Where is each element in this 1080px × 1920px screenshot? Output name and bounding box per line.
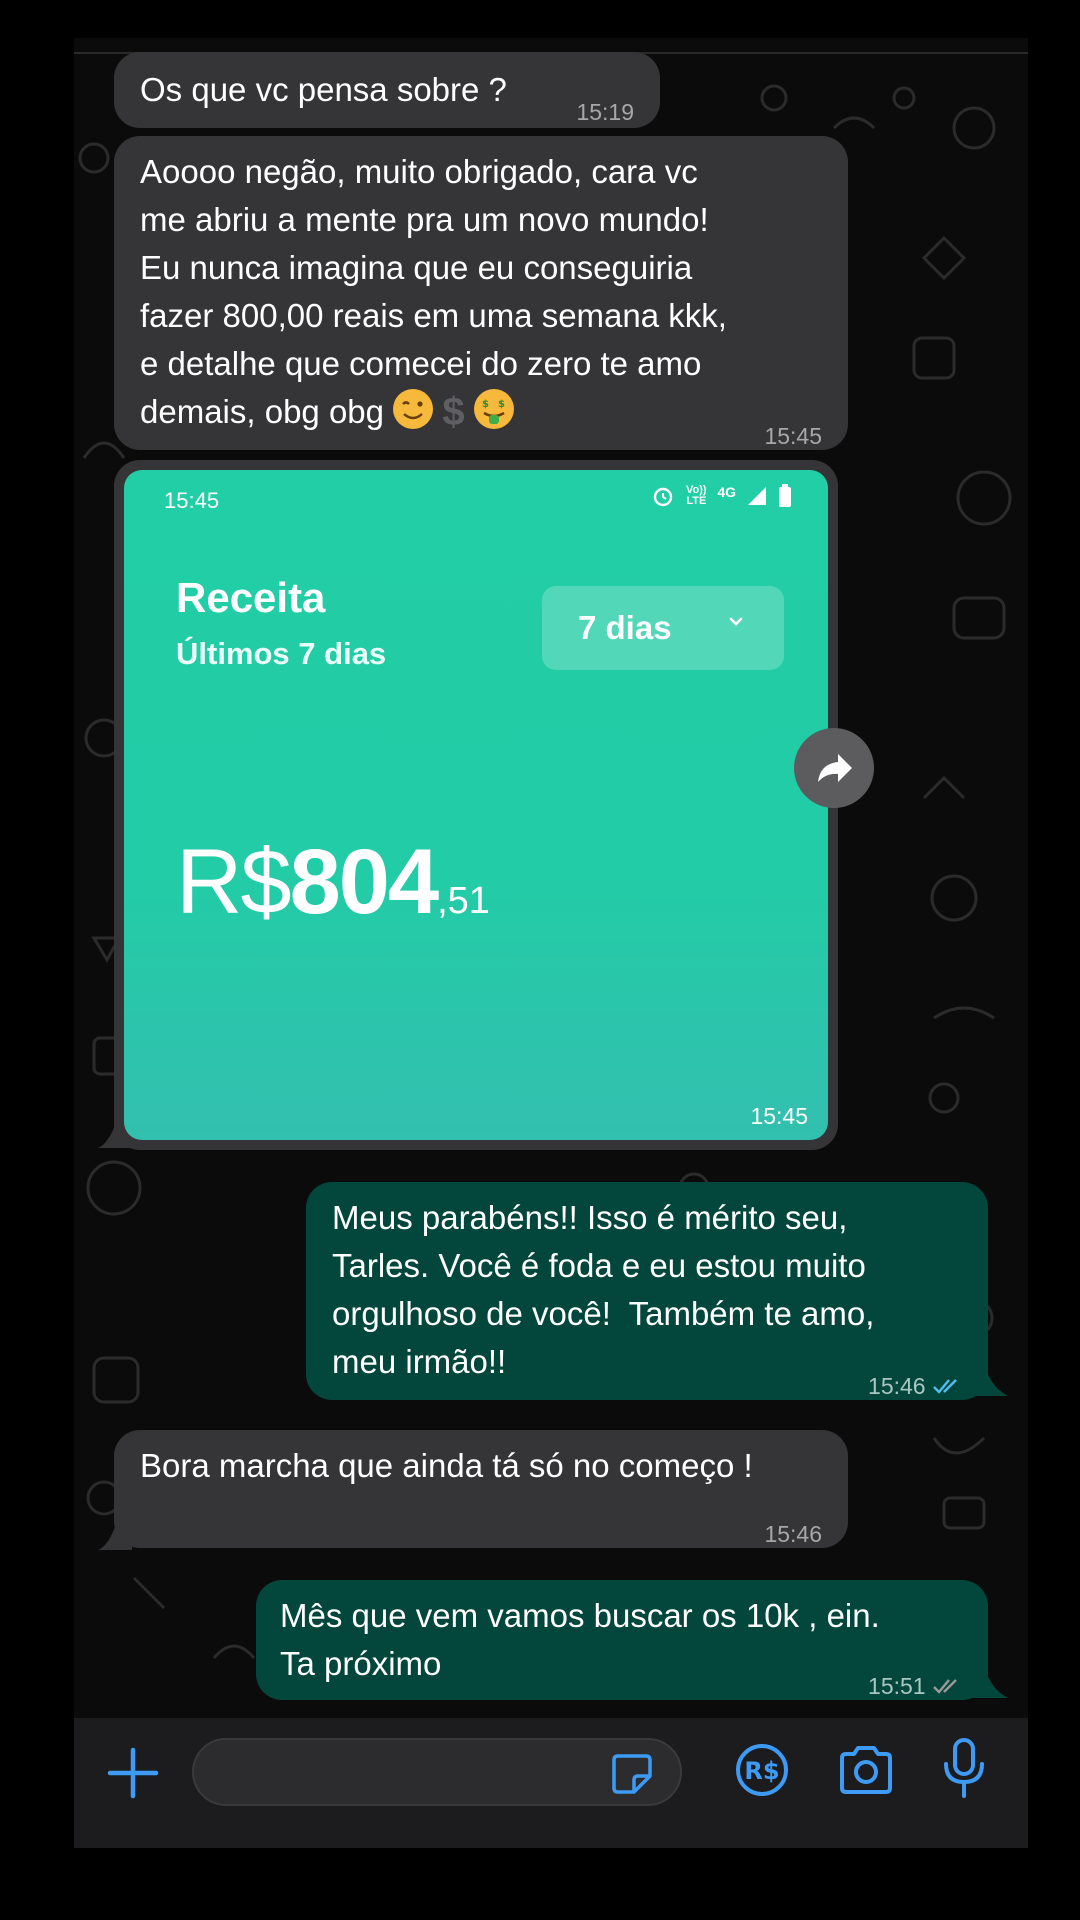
forward-arrow-icon bbox=[818, 754, 852, 782]
message-time: 15:46 bbox=[764, 1521, 822, 1547]
message-time-text: 15:51 bbox=[868, 1673, 926, 1699]
amount-integer: 804 bbox=[289, 831, 439, 933]
message-text: Os que vc pensa sobre ? bbox=[140, 71, 507, 108]
message-text: Bora marcha que ainda tá só no começo ! bbox=[140, 1447, 753, 1484]
signal-icon bbox=[748, 487, 766, 505]
winking-face-emoji bbox=[393, 389, 434, 429]
sent-message[interactable]: Mês que vem vamos buscar os 10k , ein. T… bbox=[256, 1580, 988, 1700]
svg-text:$: $ bbox=[498, 399, 505, 410]
image-message[interactable]: 15:45 Vo)) LTE 4G Receita Últimos 7 dias… bbox=[114, 460, 838, 1150]
message-time-text: 15:46 bbox=[868, 1373, 926, 1399]
plus-icon[interactable] bbox=[106, 1746, 160, 1800]
message-text: Meus parabéns!! Isso é mérito seu, Tarle… bbox=[332, 1199, 875, 1380]
message-text: Aoooo negão, muito obrigado, cara vc me … bbox=[140, 153, 727, 430]
amount-cents: ,51 bbox=[437, 880, 490, 922]
screenshot-status-time: 15:45 bbox=[164, 488, 220, 513]
revenue-title: Receita bbox=[176, 574, 326, 621]
period-dropdown[interactable]: 7 dias bbox=[542, 586, 784, 670]
received-message[interactable]: Bora marcha que ainda tá só no começo ! … bbox=[114, 1430, 848, 1548]
network-label: 4G bbox=[717, 484, 736, 500]
revenue-subtitle: Últimos 7 dias bbox=[176, 636, 387, 671]
alarm-icon bbox=[654, 487, 673, 507]
svg-text:$: $ bbox=[482, 399, 489, 410]
sticker-icon[interactable] bbox=[610, 1752, 654, 1796]
heavy-dollar-sign-emoji: $ bbox=[442, 390, 465, 434]
message-input-bar: R$ bbox=[74, 1718, 1028, 1848]
message-body: Aoooo negão, muito obrigado, cara vc me … bbox=[140, 148, 727, 436]
sent-message[interactable]: Meus parabéns!! Isso é mérito seu, Tarle… bbox=[306, 1182, 988, 1400]
chevron-down-icon bbox=[729, 617, 743, 626]
pix-payment-icon[interactable]: R$ bbox=[734, 1742, 790, 1798]
received-message[interactable]: Os que vc pensa sobre ? 15:19 bbox=[114, 52, 660, 128]
microphone-icon[interactable] bbox=[940, 1736, 988, 1800]
double-check-delivered-icon bbox=[933, 1679, 957, 1694]
svg-text:R$: R$ bbox=[744, 1757, 779, 1785]
message-time: 15:46 bbox=[868, 1362, 964, 1410]
period-label: 7 dias bbox=[578, 609, 672, 646]
message-time: 15:19 bbox=[576, 99, 634, 125]
volte-label: Vo)) LTE bbox=[686, 484, 707, 507]
screenshot-status-icons: Vo)) LTE 4G bbox=[651, 484, 792, 508]
message-time: 15:51 bbox=[868, 1662, 964, 1710]
camera-icon[interactable] bbox=[836, 1742, 896, 1798]
received-message[interactable]: Aoooo negão, muito obrigado, cara vc me … bbox=[114, 136, 848, 450]
money-mouth-face-emoji: $ $ bbox=[473, 389, 514, 429]
shared-screenshot[interactable]: 15:45 Vo)) LTE 4G Receita Últimos 7 dias… bbox=[124, 470, 828, 1140]
double-check-read-icon bbox=[933, 1379, 957, 1394]
message-text: Mês que vem vamos buscar os 10k , ein. T… bbox=[280, 1597, 880, 1682]
revenue-amount: R$804,51 bbox=[176, 830, 490, 935]
message-input[interactable] bbox=[192, 1738, 682, 1806]
message-time: 15:45 bbox=[764, 423, 822, 449]
currency-symbol: R$ bbox=[176, 831, 292, 933]
forward-button[interactable] bbox=[794, 728, 874, 808]
battery-icon bbox=[779, 484, 791, 507]
message-time: 15:45 bbox=[750, 1103, 808, 1129]
